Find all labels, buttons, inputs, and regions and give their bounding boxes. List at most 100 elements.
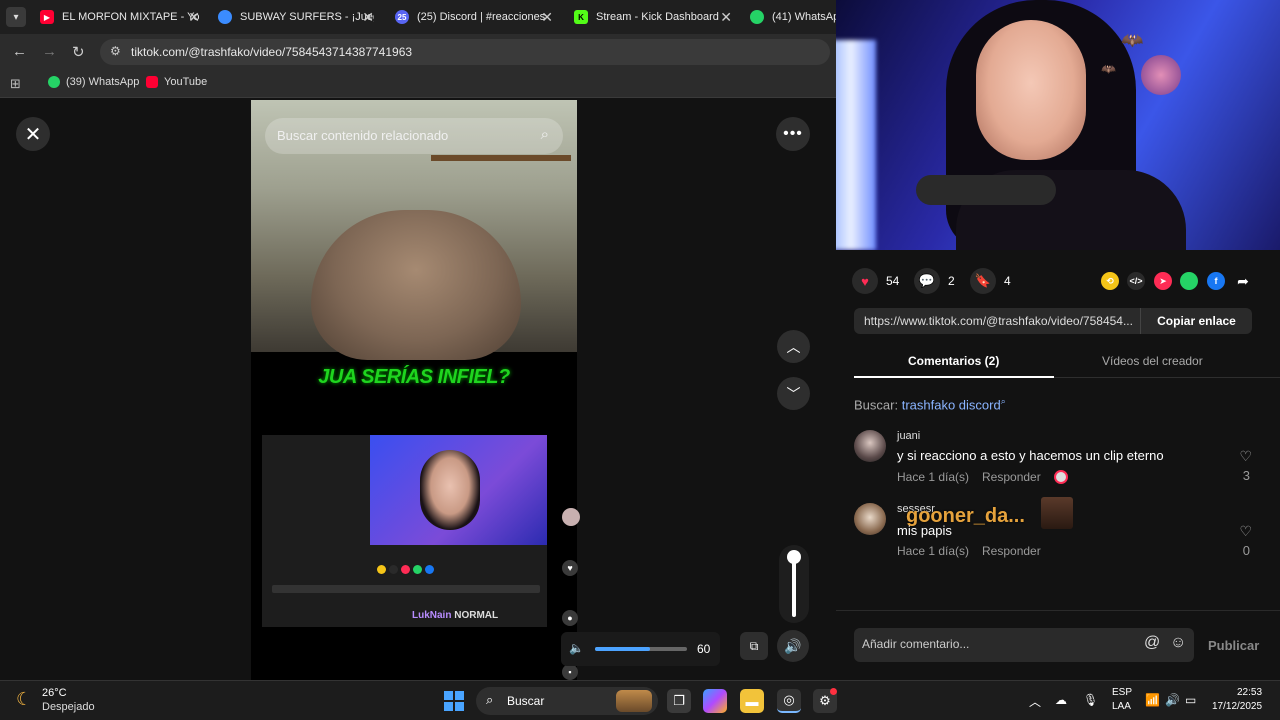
search-term[interactable]: trashfako discord [902,397,1001,412]
whatsapp-icon [48,76,60,88]
file-explorer-icon[interactable]: ▬ [740,689,764,713]
input-language[interactable]: ESP [1112,687,1132,698]
search-suggestion[interactable]: Buscar: trashfako discord⌕ [854,396,1006,412]
tab-title: SUBWAY SURFERS - ¡Juega [240,11,374,23]
comment-input-box[interactable]: Añadir comentario... @ ☺ [854,628,1194,662]
tab-creator-videos[interactable]: Vídeos del creador [1102,354,1203,368]
active-tab-underline [854,376,1054,378]
start-tile [444,691,453,700]
chrome-icon[interactable]: ◎ [777,689,801,713]
speaker-icon[interactable]: 🔈 [569,641,584,655]
input-layout[interactable]: LAA [1112,701,1131,712]
moon-weather-icon[interactable]: ☾ [16,689,32,710]
microphone-icon[interactable]: 🎙 [1083,693,1098,707]
taskbar-search[interactable]: ⌕ Buscar [476,687,658,715]
shelf [431,155,571,161]
volume-button[interactable]: 🔊 [777,630,809,662]
tab-search-menu-button[interactable]: ▾ [6,7,26,27]
cloud-icon[interactable]: ☁ [1055,693,1067,707]
comment-stat[interactable]: 💬 2 [914,268,955,294]
close-video-button[interactable]: ✕ [16,117,50,151]
volume-popup[interactable]: 🔈 60 [561,632,720,666]
streamer-face [976,20,1086,160]
comment-time: Hace 1 día(s) [897,544,970,558]
tab-whatsapp[interactable]: (41) WhatsApp [750,4,836,30]
apps-grid-icon[interactable]: ⊞ [10,76,21,92]
bookmarks-bar: ⊞ (39) WhatsApp YouTube [0,70,836,98]
close-tab-icon[interactable]: ✕ [541,9,553,26]
picture-in-picture-button[interactable]: ⧉ [740,632,768,660]
repost-icon[interactable]: ⟲ [1101,272,1119,290]
like-comment-icon[interactable]: ♡ [1239,448,1252,465]
like-stat[interactable]: ♥ 54 [852,268,899,294]
video-link[interactable]: https://www.tiktok.com/@trashfako/video/… [864,314,1144,328]
comment-time: Hace 1 día(s) [897,470,970,484]
publish-button[interactable]: Publicar [1208,638,1259,653]
embedded-username: LukNain NORMAL [412,610,498,621]
embedded-face [420,450,480,530]
reply-button[interactable]: Responder [982,544,1041,558]
volume-track[interactable] [595,647,687,651]
close-tab-icon[interactable]: ✕ [720,9,732,26]
site-info-icon[interactable]: ⚙ [110,44,121,58]
bookmark-whatsapp[interactable]: (39) WhatsApp [48,76,139,88]
kick-icon: K [574,10,588,24]
tab-discord[interactable]: 25 (25) Discord | #reacciones ✕ [395,4,553,30]
task-view-icon[interactable]: ❐ [667,689,691,713]
close-tab-icon[interactable]: ✕ [362,9,374,26]
clock-date[interactable]: 17/12/2025 [1212,701,1262,712]
close-tab-icon[interactable]: ✕ [188,9,200,26]
copilot-icon[interactable] [703,689,727,713]
wifi-icon[interactable]: 📶 [1145,693,1160,707]
send-icon[interactable]: ➤ [1154,272,1172,290]
tab-kick-dashboard[interactable]: K Stream - Kick Dashboard ✕ [574,4,732,30]
vertical-volume-knob[interactable] [787,550,801,564]
avatar[interactable] [854,430,886,462]
tab-comments[interactable]: Comentarios (2) [908,354,999,368]
reload-icon[interactable]: ↻ [72,43,85,61]
heart-icon[interactable]: ♥ [562,560,578,576]
emoji-icon[interactable]: ☺ [1170,634,1186,652]
next-video-button[interactable]: ﹀ [777,377,810,410]
chevron-up-icon[interactable]: ︿ [1029,693,1041,710]
video-player[interactable]: Buscar contenido relacionado ⌕ JUA SERÍA… [251,100,577,680]
avatar[interactable] [854,503,886,535]
share-arrow-icon[interactable]: ➦ [1234,272,1252,290]
mention-icon[interactable]: @ [1144,634,1160,652]
reply-button[interactable]: Responder [982,470,1041,484]
weather-desc[interactable]: Despejado [42,701,95,713]
save-stat[interactable]: 🔖 4 [970,268,1011,294]
related-search-bar[interactable]: Buscar contenido relacionado ⌕ [265,118,563,154]
forward-icon[interactable]: → [42,43,57,60]
tab-subway-surfers[interactable]: SUBWAY SURFERS - ¡Juega ✕ [218,4,374,30]
search-icon[interactable]: ⌕ [541,126,549,143]
heart-icon[interactable]: ♥ [852,268,878,294]
more-options-button[interactable]: ••• [776,117,810,151]
start-button[interactable] [444,691,464,711]
copy-link-button[interactable]: Copiar enlace [1140,308,1252,334]
tab-el-morfon[interactable]: ▶ EL MORFON MIXTAPE - Yo ✕ [40,4,200,30]
creator-avatar-icon[interactable] [562,508,580,526]
comment-input[interactable]: Añadir comentario... [862,637,969,651]
bookmark-icon[interactable]: ▪ [562,664,578,680]
weather-temp[interactable]: 26°C [42,687,67,699]
comment-username[interactable]: juani [897,430,920,442]
battery-icon[interactable]: ▭ [1185,693,1196,707]
details-panel: 🦇 🦇 ♥ 54 💬 2 🔖 4 ⟲ </> ➤ f ➦ https://www… [836,0,1280,680]
embed-icon[interactable]: </> [1127,272,1145,290]
url-field[interactable]: ⚙ tiktok.com/@trashfako/video/7584543714… [100,39,830,65]
bookmark-youtube[interactable]: YouTube [146,76,207,88]
whatsapp-icon[interactable] [1180,272,1198,290]
tab-title: EL MORFON MIXTAPE - Yo [62,11,200,23]
facebook-icon[interactable]: f [1207,272,1225,290]
comment-icon[interactable]: 💬 [914,268,940,294]
tab-title: (25) Discord | #reacciones [417,11,546,23]
previous-video-button[interactable]: ︿ [777,330,810,363]
comment-icon[interactable]: ● [562,610,578,626]
volume-icon[interactable]: 🔊 [1165,693,1180,707]
bookmark-icon[interactable]: 🔖 [970,268,996,294]
vertical-volume-slider[interactable] [779,545,809,623]
clock-time[interactable]: 22:53 [1237,687,1262,698]
like-comment-icon[interactable]: ♡ [1239,523,1252,540]
back-icon[interactable]: ← [12,43,27,60]
